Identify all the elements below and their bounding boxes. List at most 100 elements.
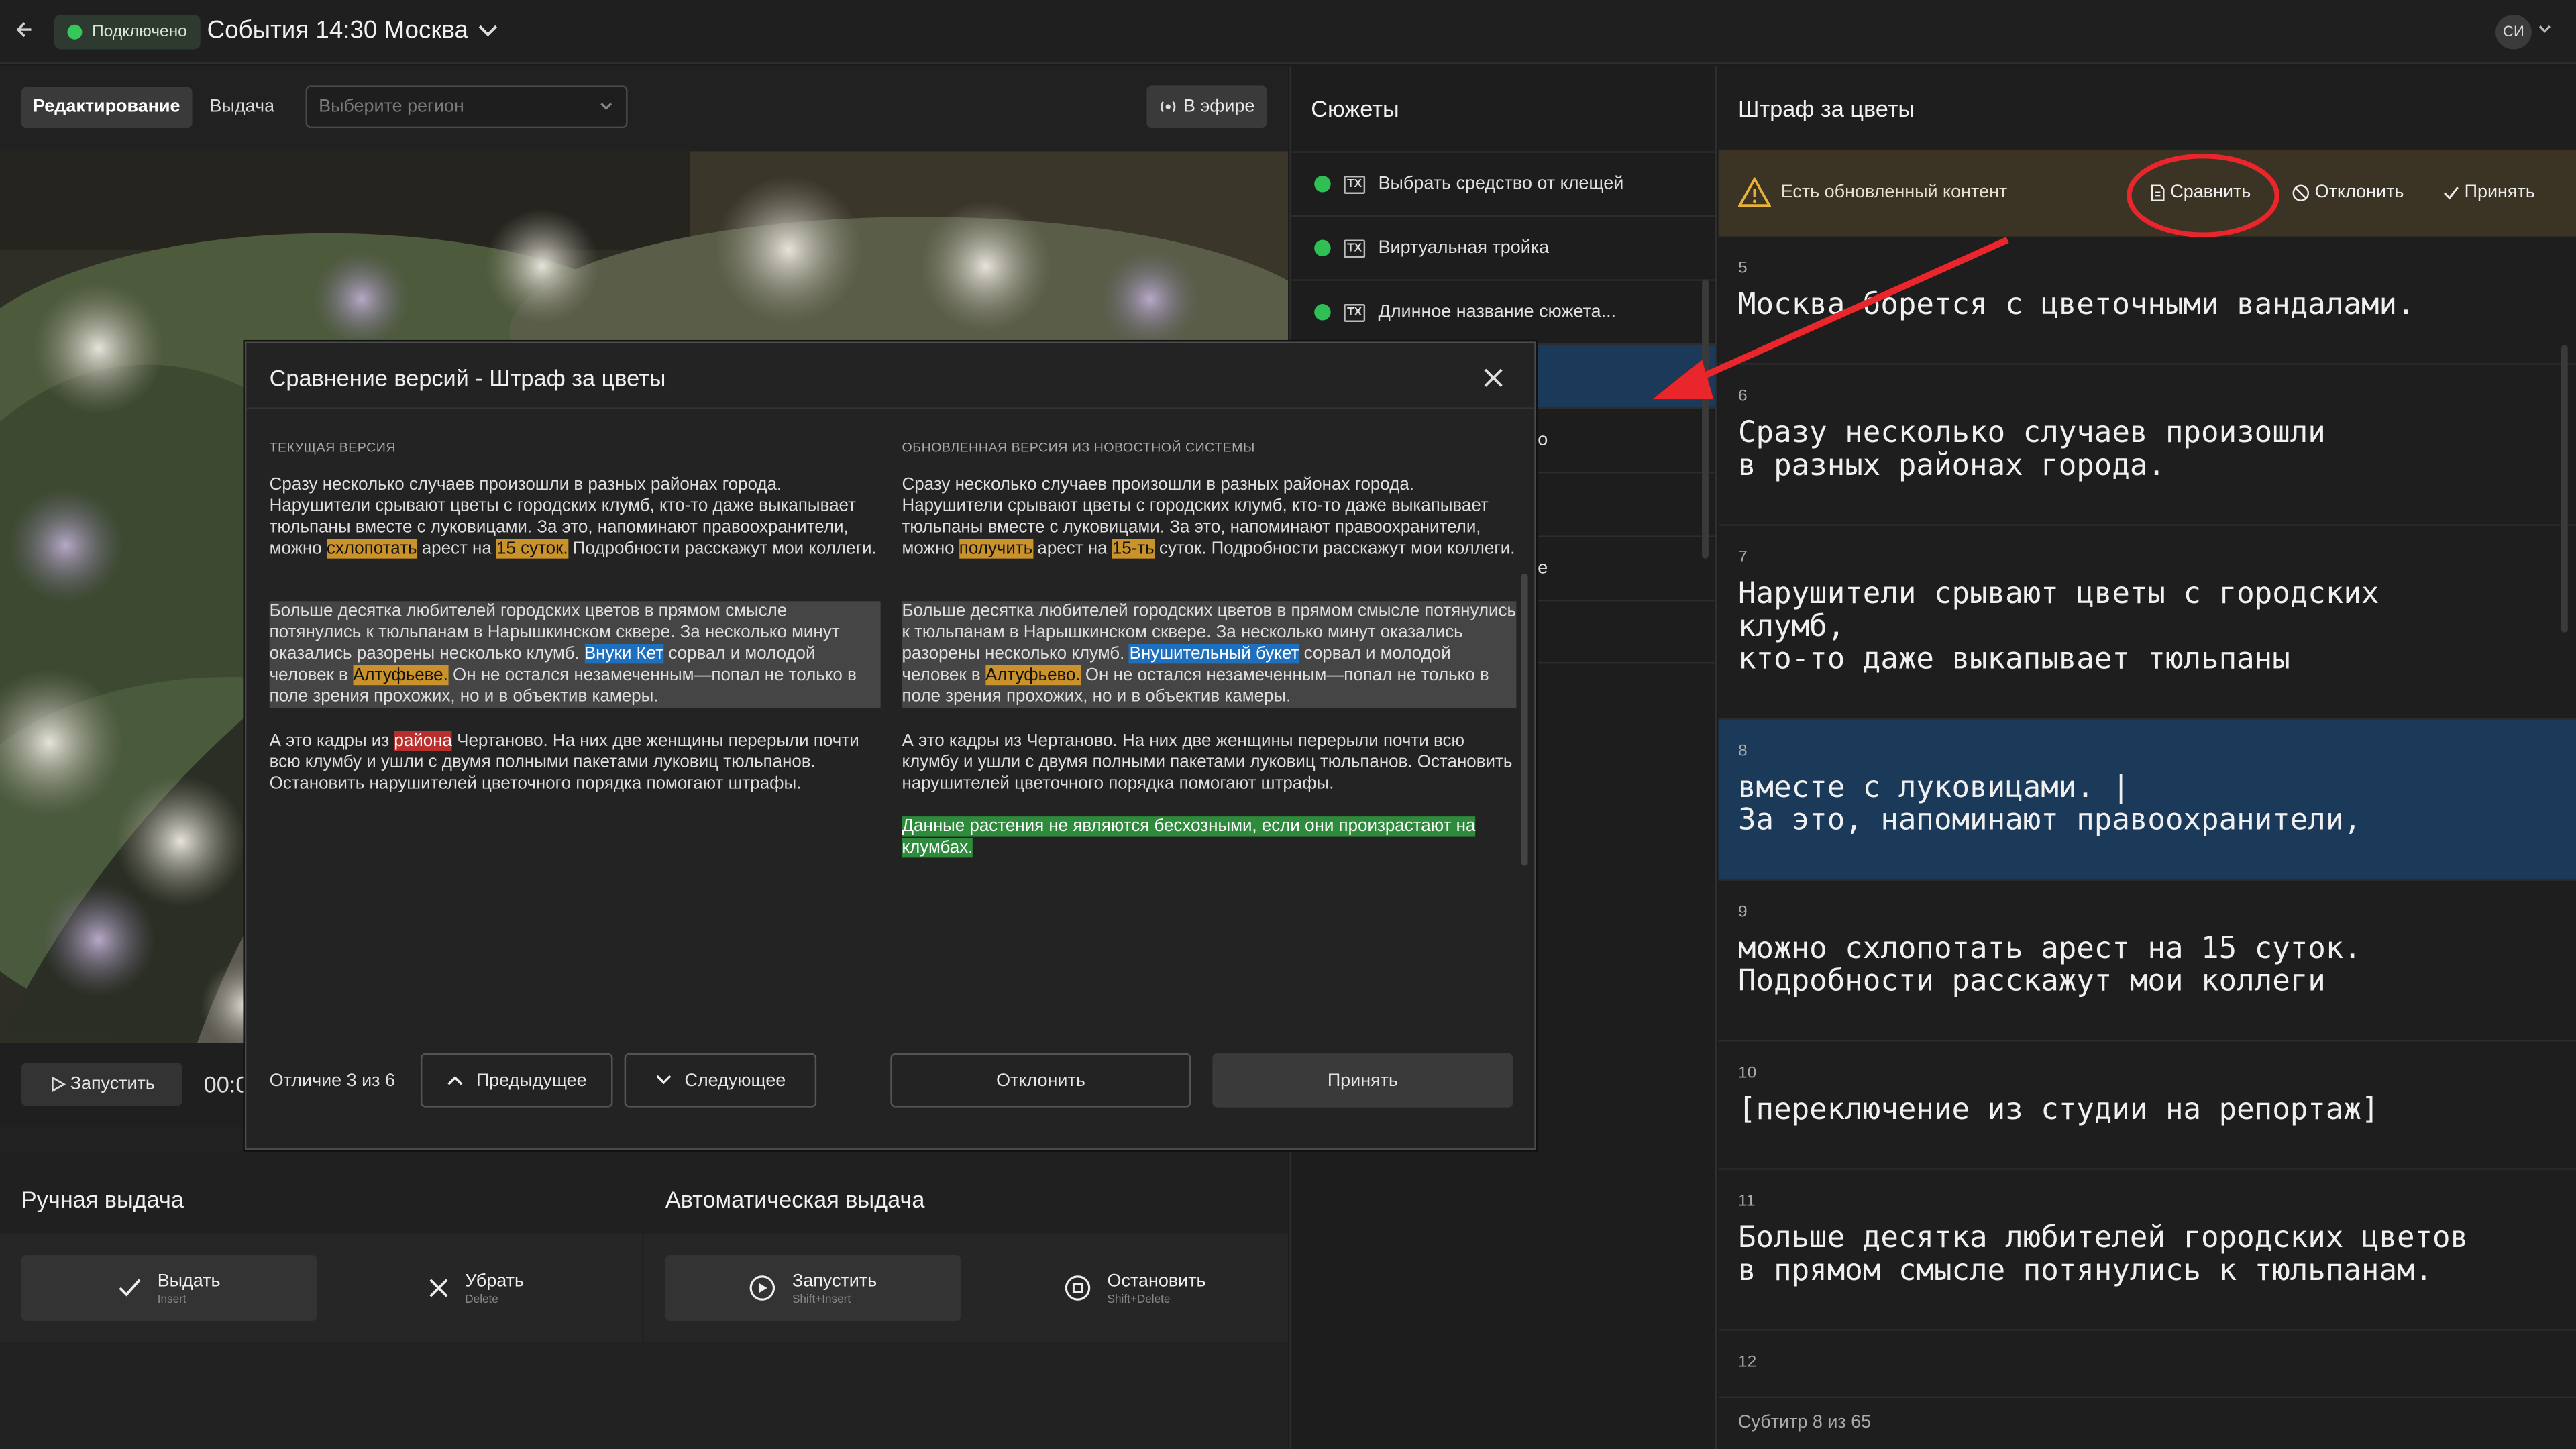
subtitle-number: 6 [1738,387,1748,406]
current-paragraph-3: А это кадры из района Чертаново. На них … [270,731,881,796]
on-air-label: В эфире [1183,97,1255,117]
diff-highlight[interactable]: 15 суток. [496,539,568,559]
stories-scrollbar[interactable] [1702,279,1709,559]
story-label: Виртуальная тройка [1378,238,1550,258]
diff-highlight[interactable]: Алтуфьево. [985,665,1081,686]
auto-output-panel: Автоматическая выдача Запустить Shift+Ins… [644,1157,1289,1342]
diff-highlight[interactable]: 15-ть [1112,539,1155,559]
subtitle-item[interactable]: 9 можно схлопотать арест на 15 суток. По… [1718,881,2576,1042]
auto-output-title: Автоматическая выдача [665,1186,925,1213]
subtitle-item[interactable]: 11 Больше десятка любителей городских цв… [1718,1170,2576,1331]
chevron-down-icon [600,87,613,127]
reject-update-button[interactable]: Отклонить [2292,182,2404,202]
story-item[interactable]: TX Виртуальная тройка [1291,215,1715,280]
story-item[interactable]: TX Длинное название сюжета... [1291,279,1715,343]
close-icon[interactable] [1482,358,1505,398]
dialog-scrollbar[interactable] [1521,573,1528,866]
back-arrow-icon[interactable] [13,19,33,42]
diff-highlight[interactable]: получить [959,539,1033,559]
accept-update-button[interactable]: Принять [2443,182,2535,202]
compare-button[interactable]: Сравнить [2151,182,2251,202]
manual-output-title: Ручная выдача [21,1186,184,1213]
subtitle-number: 5 [1738,259,1748,278]
chevron-down-icon [478,24,498,36]
text-run: арест на [417,539,497,559]
avatar-chevron-icon[interactable] [2538,21,2552,38]
subtitle-number: 8 [1738,742,1748,761]
subtitle-item[interactable]: 6 Сразу несколько случаев произошли в ра… [1718,365,2576,526]
avatar[interactable]: СИ [2496,15,2532,50]
auto-stop-hint: Shift+Delete [1107,1293,1171,1305]
close-icon [429,1279,448,1297]
auto-start-button[interactable]: Запустить Shift+Insert [665,1255,961,1321]
subtitle-item[interactable]: 5 Москва борется с цветочными вандалами. [1718,237,2576,365]
updated-paragraph-1: Сразу несколько случаев произошли в разн… [902,475,1516,560]
timecode: 00:0 [203,1071,249,1097]
diff-highlight[interactable]: Алтуфьеве. [353,665,448,686]
dialog-header: Сравнение версий - Штраф за цветы [246,343,1535,409]
auto-stop-label: Остановить [1107,1271,1206,1291]
updated-version-label: ОБНОВЛЕННАЯ ВЕРСИЯ ИЗ НОВОСТНОЙ СИСТЕМЫ [902,440,1255,455]
status-dot-icon [1314,176,1331,193]
dialog-accept-label: Принять [1327,1070,1399,1090]
updated-paragraph-2: Больше десятка любителей городских цвето… [902,601,1517,708]
auto-start-hint: Shift+Insert [792,1293,851,1305]
document-icon [2151,184,2165,201]
diff-highlight[interactable]: схлопотать [326,539,417,559]
subtitle-text: можно схлопотать арест на 15 суток. Подр… [1738,931,2361,999]
play-circle-icon [750,1275,775,1301]
dialog-reject-label: Отклонить [996,1070,1085,1090]
run-button[interactable]: Запустить [21,1063,182,1106]
subtitle-number: 10 [1738,1064,1757,1083]
update-notice: Есть обновленный контент Сравнить Отклон… [1718,149,2576,237]
dialog-title: Сравнение версий - Штраф за цветы [269,364,666,391]
manual-output-panel: Ручная выдача Выдать Insert Убрать Delete [0,1157,643,1342]
status-dot-icon [1314,239,1331,257]
page-title: События 14:30 Москва [207,16,468,45]
subtitle-number: 7 [1738,548,1748,567]
subtitle-text[interactable]: вместе с луковицами. | За это, напоминаю… [1738,771,2361,838]
current-version-label: ТЕКУЩАЯ ВЕРСИЯ [269,440,396,455]
issue-label: Выдать [157,1271,221,1291]
updated-paragraph-4: Данные растения не являются бесхозными, … [902,816,1516,859]
next-label: Следующее [684,1070,786,1090]
subtitle-number: 12 [1738,1353,1757,1372]
subtitle-text: Москва борется с цветочными вандалами. [1738,287,2415,323]
stop-circle-icon [1065,1275,1091,1301]
subtitle-item[interactable]: 12 [1719,1331,2576,1397]
stories-title: Сюжеты [1311,95,1399,122]
subtitle-counter: Субтитр 8 из 65 [1718,1396,2576,1449]
remove-button[interactable]: Убрать Delete [329,1255,625,1321]
subtitle-text: Больше десятка любителей городских цвето… [1738,1220,2469,1289]
remove-hint: Delete [465,1293,498,1305]
previous-diff-button[interactable]: Предыдущее [420,1053,613,1108]
auto-stop-button[interactable]: Остановить Shift+Delete [987,1255,1283,1321]
current-paragraph-2: Больше десятка любителей городских цвето… [269,601,881,708]
previous-label: Предыдущее [476,1070,587,1090]
issue-button[interactable]: Выдать Insert [21,1255,317,1321]
diff-counter: Отличие 3 из 6 [269,1071,396,1091]
connection-badge: Подключено [54,15,201,50]
tab-output[interactable]: Выдача [198,87,286,128]
subtitle-number: 11 [1738,1192,1756,1211]
reject-update-label: Отклонить [2314,182,2404,203]
region-select[interactable]: Выберите регион [305,85,628,129]
dialog-accept-button[interactable]: Принять [1212,1053,1513,1108]
subtitle-item-active[interactable]: 8 вместе с луковицами. | За это, напомин… [1718,719,2576,881]
event-title-dropdown[interactable]: События 14:30 Москва [207,16,498,44]
on-air-button[interactable]: В эфире [1146,85,1267,129]
subtitles-scrollbar[interactable] [2561,345,2568,633]
next-diff-button[interactable]: Следующее [624,1053,817,1108]
current-paragraph-1: Сразу несколько случаев произошли в разн… [270,475,881,560]
diff-highlight-added[interactable]: Данные растения не являются бесхозными, … [902,816,1476,858]
diff-highlight[interactable]: Внуки Кет [584,644,664,664]
diff-highlight[interactable]: района [394,731,452,751]
story-item[interactable]: TX Выбрать средство от клещей [1291,151,1715,215]
tab-editing[interactable]: Редактирование [21,87,192,129]
dialog-reject-button[interactable]: Отклонить [890,1053,1191,1108]
tx-badge: TX [1344,174,1365,193]
subtitle-item[interactable]: 7 Нарушители срывают цветы с городских к… [1718,526,2576,720]
subtitle-item[interactable]: 10 [переключение из студии на репортаж] [1718,1042,2576,1170]
story-label: Длинное название сюжета... [1378,302,1617,323]
diff-highlight[interactable]: Внушительный букет [1129,644,1299,664]
